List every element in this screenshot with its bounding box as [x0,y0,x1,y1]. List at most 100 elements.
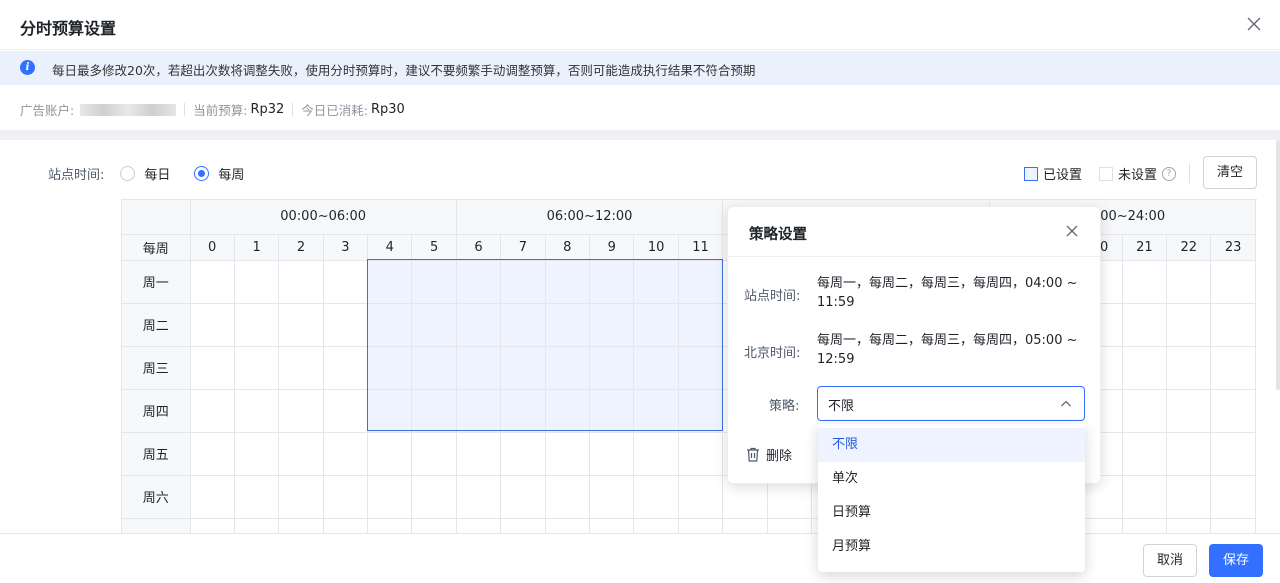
dropdown-option-unlimited[interactable]: 不限 [818,428,1085,462]
time-slot-cell[interactable] [456,260,502,304]
time-slot-cell[interactable] [589,303,635,347]
time-slot-cell[interactable] [456,389,502,433]
hour-header[interactable]: 2 [278,234,324,261]
time-slot-cell[interactable] [1122,432,1168,476]
scrollbar[interactable] [1276,140,1280,390]
time-slot-cell[interactable] [367,260,413,304]
time-slot-cell[interactable] [589,346,635,390]
time-slot-cell[interactable] [367,303,413,347]
time-slot-cell[interactable] [234,303,280,347]
time-slot-cell[interactable] [1166,260,1212,304]
time-slot-cell[interactable] [456,432,502,476]
time-slot-cell[interactable] [1166,432,1212,476]
hour-header[interactable]: 22 [1166,234,1212,261]
hour-header[interactable]: 3 [323,234,369,261]
time-slot-cell[interactable] [190,260,235,304]
hour-header[interactable]: 6 [456,234,502,261]
time-slot-cell[interactable] [1210,346,1256,390]
hour-header[interactable]: 9 [589,234,635,261]
time-slot-cell[interactable] [411,260,457,304]
time-slot-cell[interactable] [589,432,635,476]
time-slot-cell[interactable] [367,432,413,476]
hour-header[interactable]: 4 [367,234,413,261]
time-slot-cell[interactable] [1122,260,1168,304]
delete-button[interactable]: 删除 [746,445,792,464]
time-slot-cell[interactable] [278,475,324,519]
time-slot-cell[interactable] [1122,303,1168,347]
time-slot-cell[interactable] [234,346,280,390]
time-slot-cell[interactable] [589,475,635,519]
day-header[interactable]: 周五 [122,432,191,476]
time-slot-cell[interactable] [234,389,280,433]
time-slot-cell[interactable] [411,346,457,390]
day-header[interactable]: 周六 [122,475,191,519]
time-slot-cell[interactable] [1122,475,1168,519]
day-header[interactable]: 周三 [122,346,191,390]
time-slot-cell[interactable] [1166,346,1212,390]
time-slot-cell[interactable] [190,346,235,390]
time-slot-cell[interactable] [633,346,679,390]
time-slot-cell[interactable] [545,346,591,390]
radio-daily[interactable]: 每日 [120,164,170,183]
time-slot-cell[interactable] [678,432,724,476]
save-button[interactable]: 保存 [1209,544,1263,577]
time-slot-cell[interactable] [411,475,457,519]
time-slot-cell[interactable] [323,389,369,433]
time-slot-cell[interactable] [323,303,369,347]
dropdown-option-daily-budget[interactable]: 日预算 [818,496,1085,530]
time-slot-cell[interactable] [234,260,280,304]
time-slot-cell[interactable] [545,475,591,519]
time-slot-cell[interactable] [278,303,324,347]
dropdown-option-single[interactable]: 单次 [818,462,1085,496]
time-slot-cell[interactable] [1210,389,1256,433]
time-slot-cell[interactable] [190,475,235,519]
time-slot-cell[interactable] [234,475,280,519]
time-slot-cell[interactable] [411,389,457,433]
hour-header[interactable]: 1 [234,234,280,261]
radio-weekly[interactable]: 每周 [194,164,244,183]
time-slot-cell[interactable] [323,346,369,390]
time-slot-cell[interactable] [678,389,724,433]
time-slot-cell[interactable] [1122,389,1168,433]
time-slot-cell[interactable] [633,475,679,519]
time-slot-cell[interactable] [234,432,280,476]
strategy-select[interactable]: 不限 [817,386,1085,421]
time-slot-cell[interactable] [500,346,546,390]
hour-header[interactable]: 23 [1210,234,1256,261]
time-slot-cell[interactable] [545,260,591,304]
cancel-button[interactable]: 取消 [1143,544,1197,577]
dropdown-option-monthly-budget[interactable]: 月预算 [818,530,1085,564]
time-slot-cell[interactable] [500,432,546,476]
time-slot-cell[interactable] [1166,389,1212,433]
time-slot-cell[interactable] [1210,260,1256,304]
close-icon[interactable] [1244,14,1264,34]
hour-header[interactable]: 21 [1122,234,1168,261]
time-slot-cell[interactable] [633,303,679,347]
time-slot-cell[interactable] [278,432,324,476]
time-slot-cell[interactable] [411,432,457,476]
hour-header[interactable]: 11 [678,234,724,261]
help-icon[interactable]: ? [1162,166,1177,181]
clear-button[interactable]: 清空 [1203,156,1257,189]
time-slot-cell[interactable] [278,389,324,433]
time-slot-cell[interactable] [323,432,369,476]
time-slot-cell[interactable] [545,303,591,347]
close-icon[interactable] [1064,223,1080,239]
time-slot-cell[interactable] [1122,346,1168,390]
day-header[interactable]: 周一 [122,260,191,304]
time-slot-cell[interactable] [1210,432,1256,476]
time-slot-cell[interactable] [456,475,502,519]
time-slot-cell[interactable] [678,475,724,519]
time-slot-cell[interactable] [678,260,724,304]
hour-header[interactable]: 5 [411,234,457,261]
time-slot-cell[interactable] [456,303,502,347]
time-slot-cell[interactable] [278,346,324,390]
time-slot-cell[interactable] [500,260,546,304]
time-slot-cell[interactable] [367,346,413,390]
time-slot-cell[interactable] [545,432,591,476]
time-slot-cell[interactable] [500,389,546,433]
time-slot-cell[interactable] [589,389,635,433]
time-slot-cell[interactable] [367,389,413,433]
time-slot-cell[interactable] [678,346,724,390]
time-slot-cell[interactable] [633,432,679,476]
